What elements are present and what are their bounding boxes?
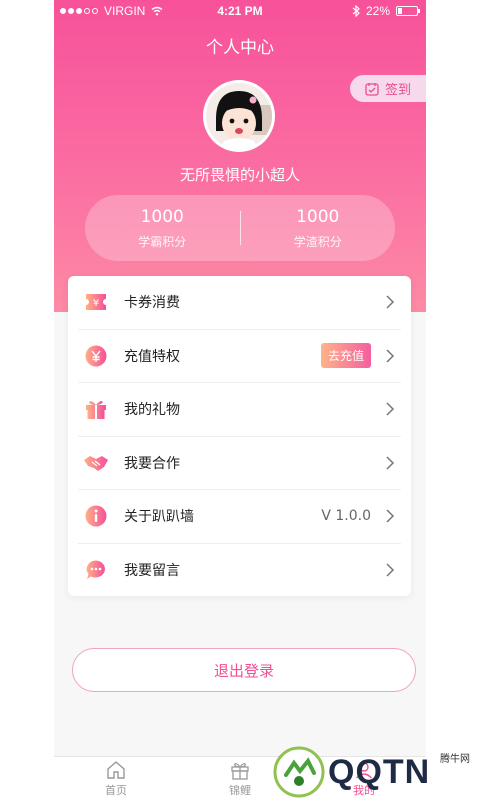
chevron-right-icon (386, 349, 395, 363)
info-icon (84, 504, 108, 528)
ticket-icon: ¥ (84, 290, 108, 314)
menu-item-label: 我要留言 (124, 563, 180, 580)
status-bar: VIRGIN 4:21 PM 22% (54, 0, 426, 22)
menu-card: ¥ 卡券消费 充值特权 去充值 我的礼物 我要合作 关于趴趴墙 V 1.0.0 … (68, 276, 411, 596)
home-icon (107, 761, 125, 779)
page-title: 个人中心 (206, 38, 274, 58)
app-screen: VIRGIN 4:21 PM 22% 个人中心 签到 无所畏惧的小超人 1000… (54, 0, 426, 800)
chevron-right-icon (386, 402, 395, 416)
menu-item-label: 关于趴趴墙 (124, 509, 194, 526)
gift-icon (231, 763, 249, 780)
menu-item-recharge[interactable]: 充值特权 去充值 (78, 330, 401, 383)
stat-value: 1000 (140, 207, 184, 227)
chevron-right-icon (386, 563, 395, 577)
menu-item-label: 我的礼物 (124, 402, 180, 419)
menu-item-coupons[interactable]: ¥ 卡券消费 (78, 276, 401, 330)
qqtn-logo-icon (273, 746, 325, 798)
points-panel: 1000 学霸积分 1000 学渣积分 (85, 195, 395, 261)
battery-percent: 22% (365, 4, 390, 18)
stat-xuezha[interactable]: 1000 学渣积分 (241, 206, 396, 250)
avatar-image (206, 83, 272, 149)
battery-icon (396, 6, 420, 16)
username: 无所畏惧的小超人 (179, 166, 300, 184)
handshake-icon (84, 451, 108, 475)
tab-label: 锦鲤 (229, 784, 251, 797)
message-icon (84, 558, 108, 582)
checkin-label: 签到 (384, 83, 411, 98)
menu-item-cooperation[interactable]: 我要合作 (78, 437, 401, 490)
avatar[interactable] (203, 80, 275, 152)
tab-home[interactable]: 首页 (54, 757, 178, 800)
bluetooth-icon (352, 5, 360, 17)
yuan-icon (84, 344, 108, 368)
watermark-text: QQTN (328, 752, 431, 791)
menu-item-label: 我要合作 (124, 455, 180, 472)
menu-item-about[interactable]: 关于趴趴墙 V 1.0.0 (78, 490, 401, 544)
chevron-right-icon (386, 295, 395, 309)
menu-item-label: 充值特权 (124, 348, 180, 365)
qqtn-watermark: QQTN 腾牛网 (272, 744, 480, 800)
chevron-right-icon (386, 509, 395, 523)
gift-icon (84, 397, 108, 421)
app-version: V 1.0.0 (321, 508, 371, 525)
stat-label: 学霸积分 (138, 235, 187, 249)
watermark-subtext: 腾牛网 (440, 754, 470, 765)
profile-header: VIRGIN 4:21 PM 22% 个人中心 签到 无所畏惧的小超人 1000… (54, 0, 426, 312)
svg-text:¥: ¥ (93, 298, 99, 309)
recharge-button[interactable]: 去充值 (320, 343, 371, 369)
menu-item-gifts[interactable]: 我的礼物 (78, 383, 401, 437)
tab-label: 首页 (105, 784, 127, 797)
checkin-button[interactable]: 签到 (350, 75, 426, 102)
logout-button[interactable]: 退出登录 (72, 648, 416, 692)
chevron-right-icon (386, 456, 395, 470)
stat-label: 学渣积分 (293, 235, 342, 249)
stat-xueba[interactable]: 1000 学霸积分 (85, 206, 240, 250)
menu-item-label: 卡券消费 (124, 295, 180, 312)
menu-item-message[interactable]: 我要留言 (78, 544, 401, 598)
stat-value: 1000 (296, 207, 340, 227)
calendar-check-icon (365, 82, 379, 96)
